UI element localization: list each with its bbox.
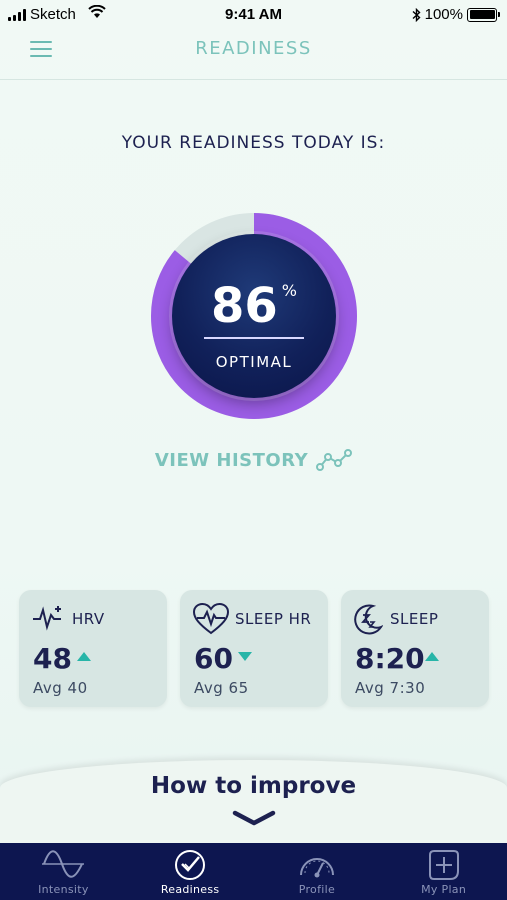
moon-sleep-icon (354, 604, 383, 635)
tab-bar: Intensity Readiness Profile My Plan (0, 843, 507, 900)
sleep-hr-card[interactable]: SLEEP HR 60 Avg 65 (180, 590, 328, 707)
trend-up-icon (77, 652, 91, 661)
check-circle-icon (175, 850, 206, 880)
status-bar: Sketch 9:41 AM 100% (0, 0, 507, 30)
tab-intensity[interactable]: Intensity (0, 843, 127, 900)
readiness-gauge-face: 86% OPTIMAL (172, 234, 336, 398)
hrv-card[interactable]: HRV 48 Avg 40 (19, 590, 167, 707)
sleep-card[interactable]: SLEEP 8:20 Avg 7:30 (341, 590, 489, 707)
tab-profile[interactable]: Profile (254, 843, 381, 900)
sleep-hr-label: SLEEP HR (235, 610, 312, 628)
view-history-link[interactable]: VIEW HISTORY (0, 449, 507, 471)
hrv-value: 48 (33, 642, 72, 675)
readiness-score: 86% (172, 278, 336, 334)
readiness-value: 86 (211, 278, 278, 334)
tab-label: My Plan (421, 883, 467, 896)
status-right: 100% (412, 6, 500, 23)
sleep-average: Avg 7:30 (355, 679, 426, 697)
hrv-label: HRV (72, 610, 105, 628)
sleep-hr-average: Avg 65 (194, 679, 249, 697)
view-history-label: VIEW HISTORY (154, 449, 309, 471)
battery-icon (467, 7, 500, 22)
sleep-value: 8:20 (355, 642, 425, 675)
readiness-status: OPTIMAL (215, 353, 293, 371)
trend-up-icon (425, 652, 439, 661)
chevron-down-icon[interactable] (232, 810, 276, 826)
bluetooth-icon (412, 7, 421, 22)
sleep-label: SLEEP (390, 610, 439, 628)
readiness-heading: YOUR READINESS TODAY IS: (121, 133, 386, 153)
tab-readiness[interactable]: Readiness (127, 843, 254, 900)
how-to-improve-panel[interactable]: How to improve (0, 760, 507, 845)
nav-header: READINESS (0, 30, 507, 80)
trend-down-icon (238, 652, 252, 661)
sine-wave-icon (42, 850, 85, 878)
hrv-average: Avg 40 (33, 679, 88, 697)
plus-shield-icon (428, 850, 459, 880)
trend-line-icon (316, 449, 353, 471)
page-title: READINESS (195, 38, 312, 59)
heart-pulse-icon (192, 602, 230, 635)
tab-label: Readiness (160, 883, 220, 896)
gauge-divider (204, 337, 304, 339)
sleep-hr-value: 60 (194, 642, 233, 675)
tab-label: Intensity (38, 883, 89, 896)
readiness-unit: % (281, 281, 297, 300)
tab-label: Profile (298, 883, 336, 896)
readiness-gauge: 86% OPTIMAL (150, 212, 358, 420)
speedometer-icon (299, 858, 334, 878)
tab-my-plan[interactable]: My Plan (380, 843, 507, 900)
how-to-improve-title: How to improve (150, 773, 357, 799)
heart-rate-variability-icon (33, 606, 61, 631)
battery-percent: 100% (424, 6, 463, 23)
